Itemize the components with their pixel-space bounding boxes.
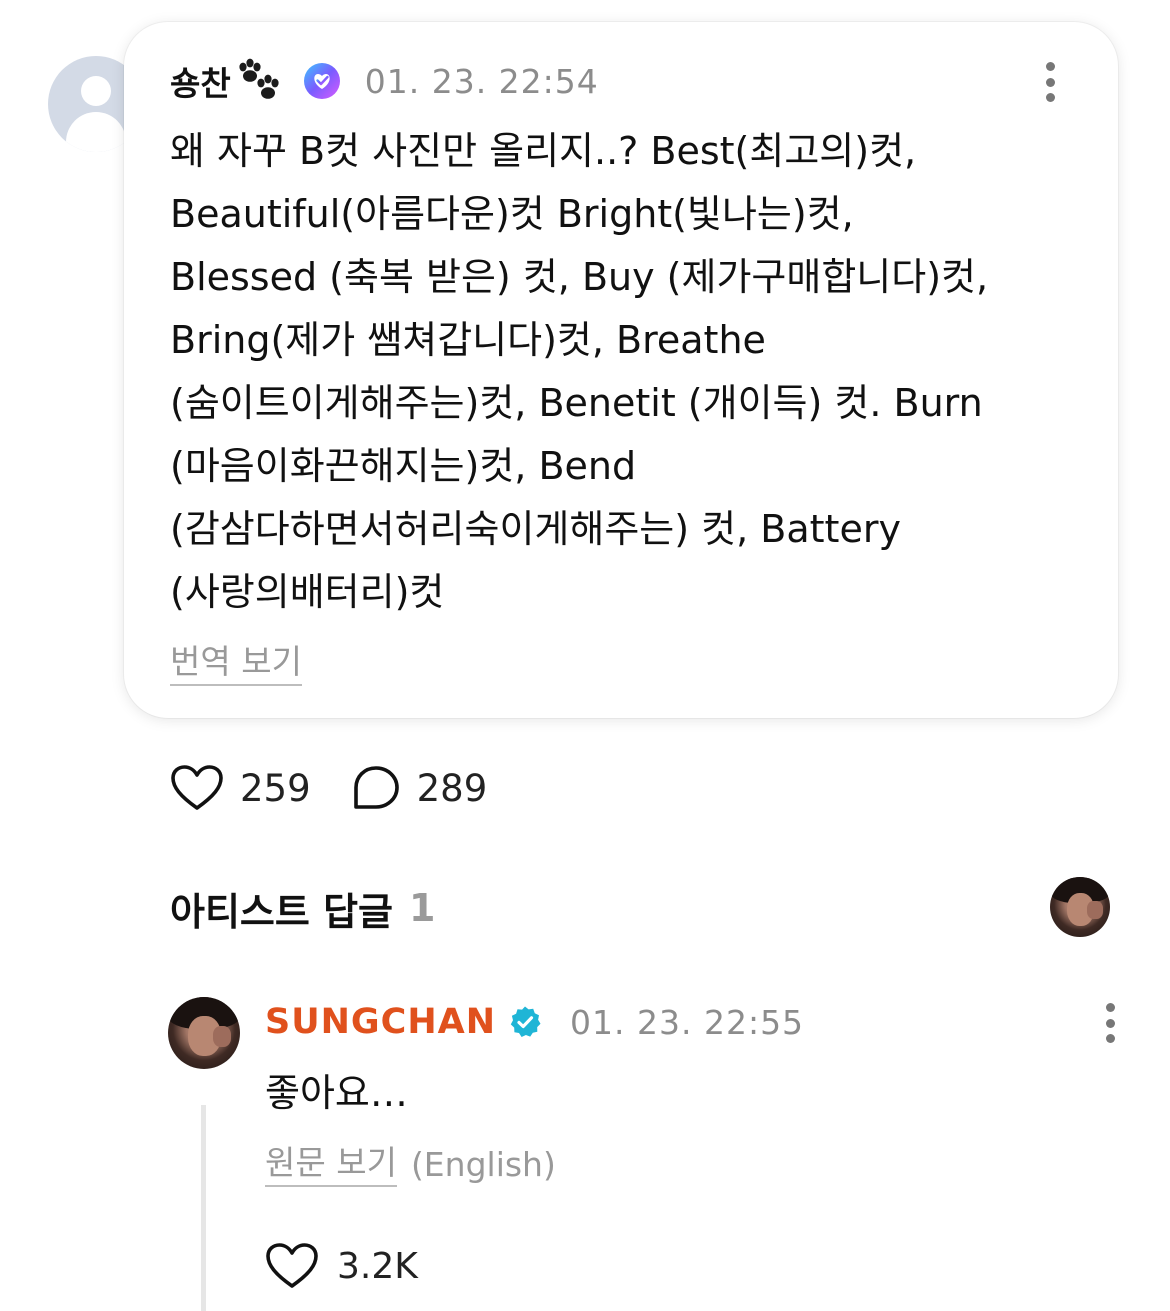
comment-line: (사랑의배터리)컷: [170, 570, 445, 614]
reply-text: 좋아요…: [265, 1071, 408, 1115]
translate-button[interactable]: 번역 보기: [170, 640, 302, 686]
reply-button[interactable]: 289: [351, 764, 488, 812]
artist-replies-label: 아티스트 답글: [170, 889, 393, 934]
comment-timestamp: 01. 23. 22:54: [364, 61, 599, 101]
like-button[interactable]: 259: [170, 764, 311, 812]
comment-header: 숑찬 01. 23. 22:54: [170, 56, 599, 106]
artist-verified-badge-icon: [510, 1006, 541, 1037]
comment-card: 숑찬 01. 23. 22:54 왜 자꾸 B컷 사진만 올리지..? Best…: [124, 22, 1118, 718]
reply-timestamp: 01. 23. 22:55: [570, 1002, 805, 1042]
comment-more-icon[interactable]: [1044, 62, 1056, 102]
original-text-row: 원문 보기 (English): [265, 1140, 556, 1188]
artist-name[interactable]: SUNGCHAN: [265, 1002, 496, 1042]
paw-prints-icon: [239, 58, 279, 99]
artist-avatar[interactable]: [168, 997, 240, 1069]
comment-line: (마음이화끈해지는)컷, Bend: [170, 444, 637, 488]
comment-line: 왜 자꾸 B컷 사진만 올리지..? Best(최고의)컷,: [170, 129, 917, 173]
comment-author-name[interactable]: 숑찬: [170, 57, 231, 105]
artist-thumbnail-avatar[interactable]: [1050, 877, 1110, 937]
artist-replies-heading: 아티스트 답글 1: [170, 882, 435, 934]
thread-line: [201, 1105, 206, 1311]
comment-line: Blessed (축복 받은) 컷, Buy (제가구매합니다)컷,: [170, 255, 989, 299]
reply-like-count: 3.2K: [337, 1245, 418, 1287]
verified-fan-badge-icon: [303, 63, 340, 99]
like-count: 259: [240, 766, 311, 810]
reply-header: SUNGCHAN 01. 23. 22:55: [265, 998, 804, 1046]
reply-like-button[interactable]: 3.2K: [265, 1240, 418, 1292]
original-language: (English): [410, 1144, 556, 1184]
speech-bubble-icon: [353, 766, 399, 809]
comment-line: (숨이트이게해주는)컷, Benetit (개이득) 컷. Burn: [170, 381, 983, 425]
heart-icon: [266, 1243, 318, 1288]
artist-replies-count: 1: [409, 886, 436, 930]
avatar-body-shape: [66, 112, 126, 152]
comment-line: Bring(제가 쌤쳐갑니다)컷, Breathe: [170, 318, 766, 362]
comment-body: 왜 자꾸 B컷 사진만 올리지..? Best(최고의)컷, Beautiful…: [170, 120, 1090, 624]
reply-count: 289: [416, 766, 488, 810]
view-original-button[interactable]: 원문 보기: [265, 1141, 397, 1187]
avatar-head-shape: [81, 76, 111, 106]
comment-line: Beautiful(아름다운)컷 Bright(빛나는)컷,: [170, 192, 854, 236]
reply-more-icon[interactable]: [1104, 1003, 1116, 1043]
heart-icon: [171, 765, 223, 810]
comment-line: (감삼다하면서허리숙이게해주는) 컷, Battery: [170, 507, 901, 551]
comment-stats: 259 289: [170, 762, 487, 814]
